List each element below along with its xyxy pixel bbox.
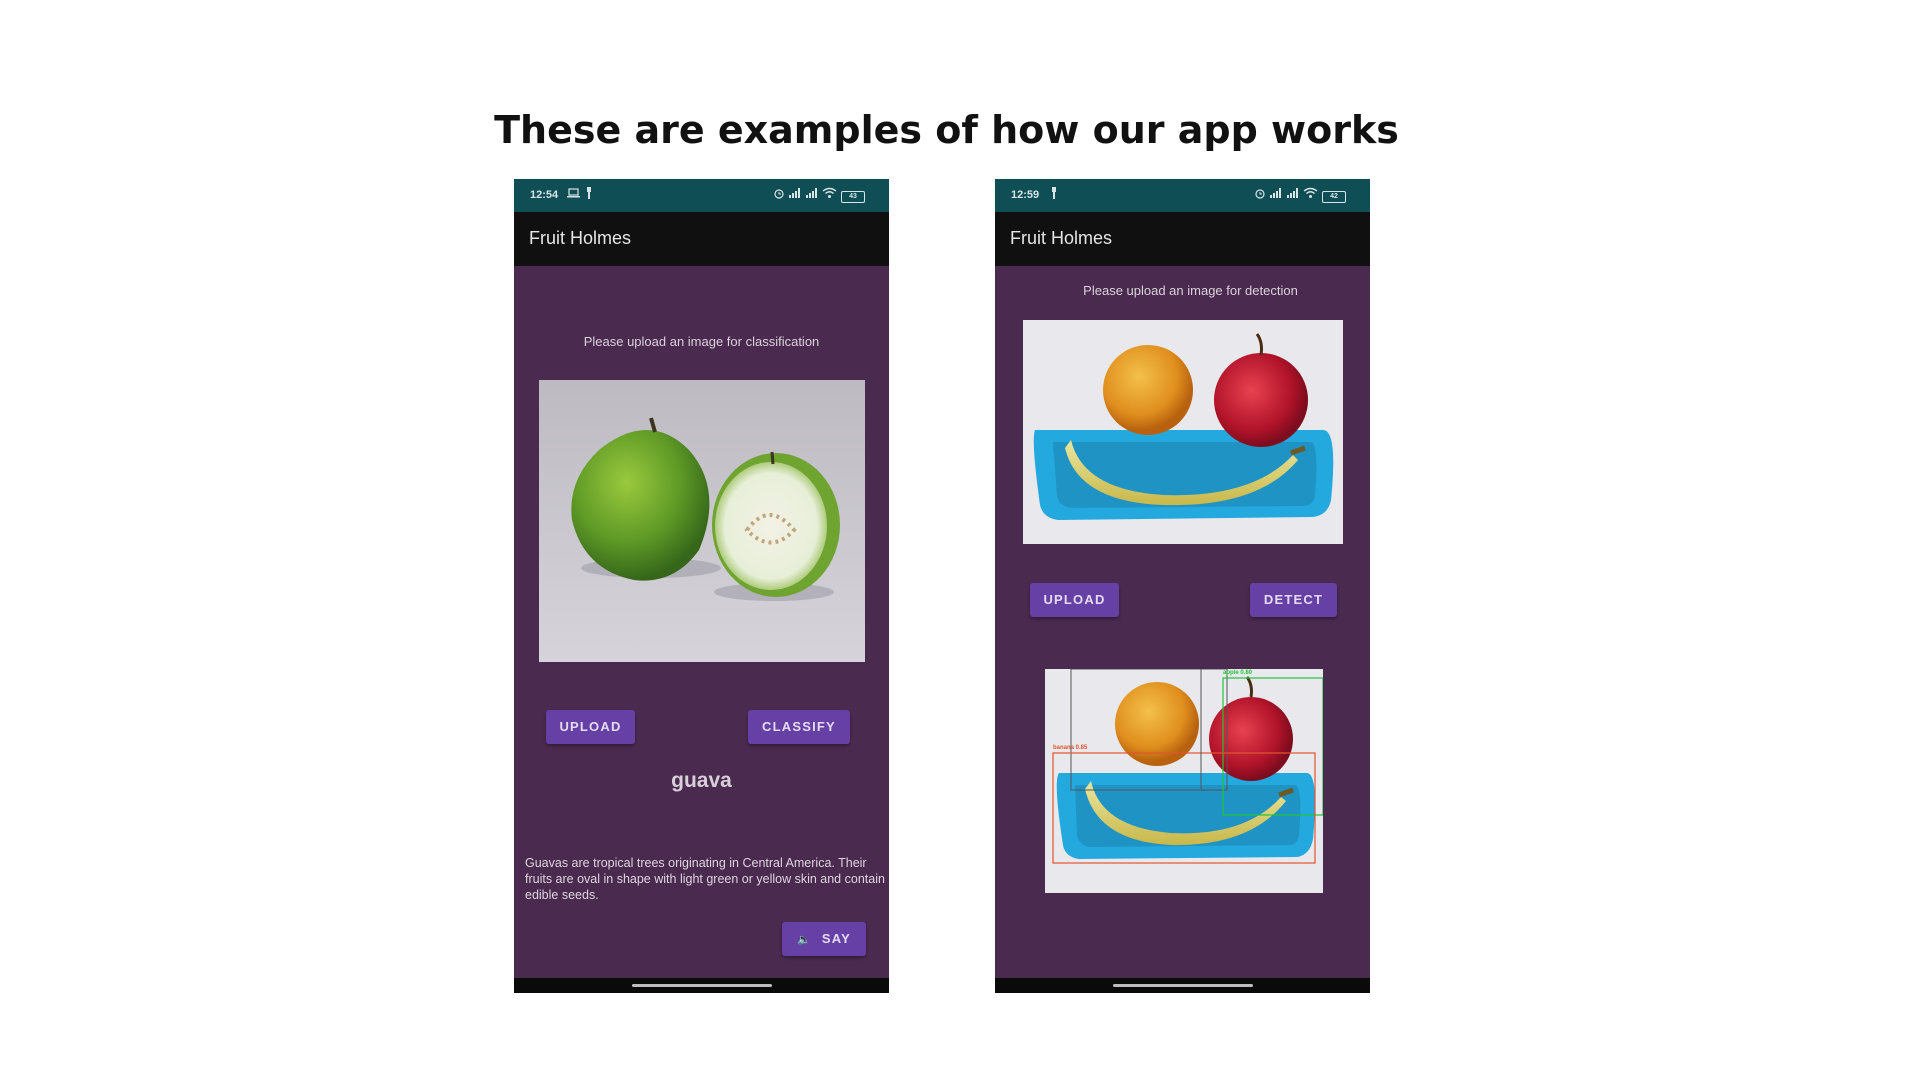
- classification-phone-screen: 12:54 43 Fruit Holmes Please upload an i…: [514, 179, 889, 993]
- app-title: Fruit Holmes: [529, 228, 632, 248]
- wifi-icon: [822, 187, 837, 203]
- usb-icon: [1050, 187, 1058, 203]
- classification-result: guava: [671, 769, 732, 792]
- battery-level: 43: [841, 191, 865, 203]
- navigation-bar: [995, 978, 1370, 993]
- battery-icon: 43: [841, 188, 865, 203]
- home-gesture-handle[interactable]: [632, 984, 772, 987]
- signal-icon: [1286, 187, 1300, 203]
- wifi-icon: [1303, 187, 1318, 203]
- app-title: Fruit Holmes: [1010, 228, 1113, 248]
- status-time: 12:59: [1011, 189, 1040, 201]
- upload-prompt: Please upload an image for detection: [1083, 283, 1298, 298]
- status-time: 12:54: [530, 189, 559, 201]
- upload-button[interactable]: UPLOAD: [546, 710, 635, 744]
- signal-icon: [805, 187, 819, 203]
- alarm-icon: [1254, 187, 1266, 203]
- detection-result-image: apple 0.80 banana 0.85 orange: [1045, 669, 1323, 893]
- status-bar: 12:59 42: [995, 179, 1370, 212]
- battery-level: 42: [1322, 191, 1346, 203]
- guava-image: [539, 380, 865, 662]
- classify-button[interactable]: CLASSIFY: [748, 710, 850, 744]
- say-button[interactable]: 🔈 SAY: [782, 922, 866, 956]
- apple-detection-label: apple 0.80: [1223, 670, 1253, 676]
- app-bar: Fruit Holmes: [995, 212, 1370, 266]
- fruit-tray-image: [1023, 320, 1343, 544]
- alarm-icon: [773, 187, 785, 203]
- fruit-description: Guavas are tropical trees originating in…: [525, 856, 885, 902]
- signal-icon: [1269, 187, 1283, 203]
- laptop-icon: [567, 187, 580, 203]
- upload-button[interactable]: UPLOAD: [1030, 583, 1119, 617]
- slide-title: These are examples of how our app works: [494, 108, 1399, 152]
- say-button-label: SAY: [821, 931, 852, 946]
- signal-icon: [788, 187, 802, 203]
- usb-icon: [585, 187, 593, 203]
- detection-phone-screen: 12:59 42 Fruit Holmes Please upload an i…: [995, 179, 1370, 993]
- status-bar: 12:54 43: [514, 179, 889, 212]
- battery-icon: 42: [1322, 188, 1346, 203]
- banana-detection-label: banana 0.85: [1053, 745, 1088, 751]
- navigation-bar: [514, 978, 889, 993]
- app-bar: Fruit Holmes: [514, 212, 889, 266]
- home-gesture-handle[interactable]: [1113, 984, 1253, 987]
- detect-button[interactable]: DETECT: [1250, 583, 1337, 617]
- upload-prompt: Please upload an image for classificatio…: [583, 334, 820, 349]
- speaker-icon: 🔈: [796, 934, 812, 946]
